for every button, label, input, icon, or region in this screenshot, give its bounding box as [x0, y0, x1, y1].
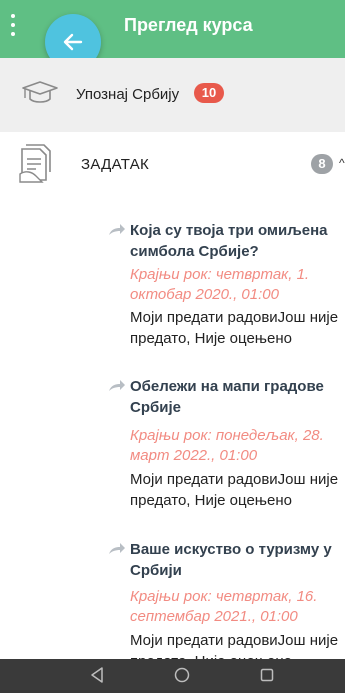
recents-square-icon[interactable]: [259, 666, 275, 684]
course-row[interactable]: Упознај Србију 10: [0, 58, 345, 132]
assignment-due: Крајњи рок: понедељак, 28. март 2022., 0…: [130, 427, 324, 464]
assignment-status: Моји предати радовиЈош није предато, Ниј…: [130, 471, 339, 509]
reply-arrow-icon: [109, 543, 125, 554]
reply-arrow-icon: [109, 380, 125, 391]
system-navigation-bar: [0, 659, 345, 693]
assignment-title[interactable]: Обележи на мапи градове Србије: [130, 376, 345, 418]
chevron-up-icon[interactable]: ^: [339, 156, 345, 170]
kebab-menu-icon[interactable]: [10, 14, 16, 36]
assignment-title[interactable]: Која су твоја три омиљена симбола Србије…: [130, 220, 345, 262]
assignment-document-icon: [19, 144, 51, 183]
arrow-left-icon: [63, 33, 83, 51]
section-count-badge: 8: [311, 154, 333, 174]
course-name: Упознај Србију: [76, 86, 180, 103]
back-triangle-icon[interactable]: [89, 666, 105, 684]
assignment-item[interactable]: Обележи на мапи градове Србије Крајњи ро…: [108, 376, 345, 509]
assignment-item[interactable]: Ваше искуство о туризму у Србији Крајњи …: [108, 539, 345, 670]
assignment-title[interactable]: Ваше искуство о туризму у Србији: [130, 539, 345, 581]
course-count-badge: 10: [194, 83, 224, 103]
reply-arrow-icon: [109, 224, 125, 235]
section-header[interactable]: ЗАДАТАК 8 ^: [0, 132, 345, 192]
page-title: Преглед курса: [124, 15, 253, 35]
assignment-status: Моји предати радовиЈош није предато, Ниј…: [130, 309, 339, 347]
section-label: ЗАДАТАК: [81, 156, 150, 173]
assignment-due: Крајњи рок: четвртак, 16. септембар 2021…: [130, 588, 318, 625]
assignment-due: Крајњи рок: четвртак, 1. октобар 2020., …: [130, 266, 310, 303]
graduation-cap-icon: [22, 81, 58, 103]
assignment-item[interactable]: Која су твоја три омиљена симбола Србије…: [108, 220, 345, 350]
home-circle-icon[interactable]: [173, 666, 191, 684]
